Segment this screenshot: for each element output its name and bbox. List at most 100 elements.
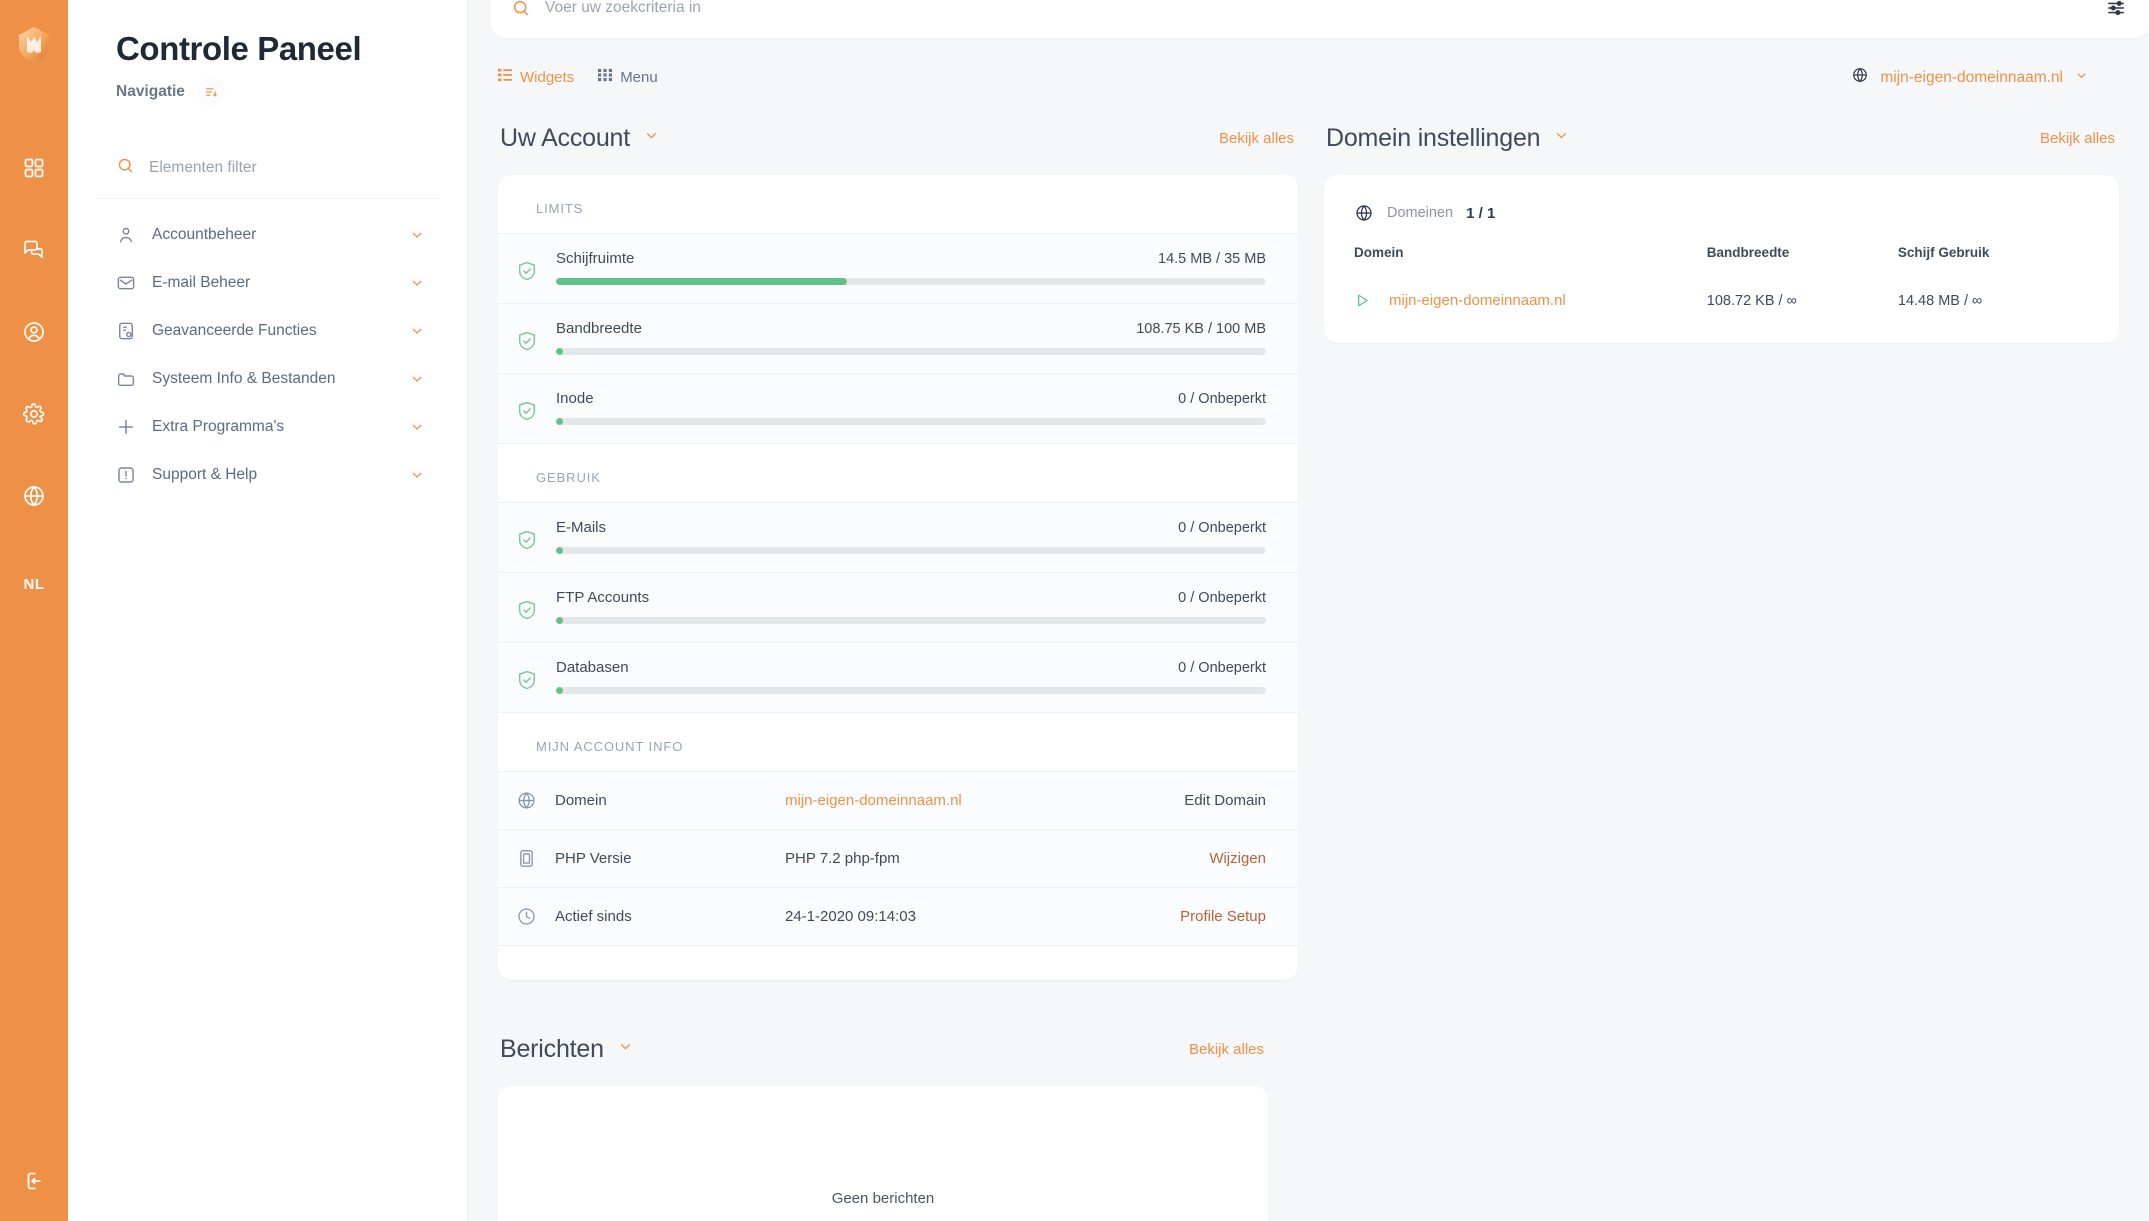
progress-bar <box>556 348 1266 355</box>
shield-check-icon <box>516 599 538 621</box>
top-bar <box>468 0 2149 40</box>
sidebar-item-support-help[interactable]: Support & Help <box>96 451 439 499</box>
filter-input[interactable] <box>149 159 409 177</box>
chevron-down-icon[interactable] <box>409 275 425 291</box>
metric-body: FTP Accounts 0 / Onbeperkt <box>556 589 1266 624</box>
domain-section-header: Domein instellingen Bekijk alles <box>1324 117 2119 159</box>
rail-icon-list: NL <box>22 156 46 593</box>
column-header-schijf-gebruik: Schijf Gebruik <box>1897 245 1990 260</box>
metric-value: 0 / Onbeperkt <box>1178 660 1266 676</box>
tab-menu[interactable]: Menu <box>598 68 658 87</box>
tab-widgets[interactable]: Widgets <box>498 68 574 87</box>
metric-top: E-Mails 0 / Onbeperkt <box>556 519 1266 536</box>
metric-name: E-Mails <box>556 519 607 536</box>
search-input[interactable] <box>545 0 2105 17</box>
metric-name: FTP Accounts <box>556 589 650 606</box>
info-value: PHP 7.2 php-fpm <box>785 850 900 867</box>
metric-top: Schijfruimte 14.5 MB / 35 MB <box>556 250 1266 267</box>
widgets-grid: Uw Account Bekijk alles LIMITS Schijfrui… <box>468 89 2149 980</box>
logout-button[interactable] <box>0 1169 68 1193</box>
chevron-down-icon[interactable] <box>617 1038 634 1060</box>
metric-value: 0 / Onbeperkt <box>1178 520 1266 536</box>
messages-title-wrap[interactable]: Berichten <box>500 1035 634 1064</box>
chevron-down-icon[interactable] <box>409 323 425 339</box>
progress-bar <box>556 418 1266 425</box>
metric-body: Inode 0 / Onbeperkt <box>556 390 1266 425</box>
limits-group-heading: LIMITS <box>498 175 1298 234</box>
column-header-domein: Domein <box>1354 245 1404 260</box>
info-value[interactable]: mijn-eigen-domeinnaam.nl <box>785 792 1184 809</box>
info-action-link[interactable]: Edit Domain <box>1184 792 1266 809</box>
language-indicator[interactable]: NL <box>24 576 45 593</box>
domain-selector[interactable]: mijn-eigen-domeinnaam.nl <box>1851 66 2119 89</box>
metric-row: Schijfruimte 14.5 MB / 35 MB <box>498 234 1298 304</box>
domain-title-wrap[interactable]: Domein instellingen <box>1326 124 1570 153</box>
account-view-all-link[interactable]: Bekijk alles <box>1219 130 1294 147</box>
sidebar-item-label: Extra Programma's <box>152 418 285 435</box>
plus-icon <box>116 417 136 437</box>
chevron-down-icon[interactable] <box>409 419 425 435</box>
folder-icon <box>116 369 136 389</box>
metric-top: Databasen 0 / Onbeperkt <box>556 659 1266 676</box>
user-icon <box>116 225 136 245</box>
account-section-title: Uw Account <box>500 123 631 152</box>
logout-icon[interactable] <box>22 1169 46 1193</box>
card-footer-spacer <box>498 946 1298 980</box>
info-row-domein: Domein mijn-eigen-domeinnaam.nl Edit Dom… <box>498 772 1298 830</box>
dashboard-icon[interactable] <box>22 156 46 180</box>
info-label: PHP Versie <box>555 850 632 867</box>
account-icon[interactable] <box>22 320 46 344</box>
sidebar-item-systeem-info-bestanden[interactable]: Systeem Info & Bestanden <box>96 355 439 403</box>
globe-icon <box>1851 66 1869 89</box>
info-action-link[interactable]: Wijzigen <box>1209 850 1266 867</box>
sidebar-item-geavanceerde-functies[interactable]: Geavanceerde Functies <box>96 307 439 355</box>
metric-name: Databasen <box>556 659 629 676</box>
tab-label: Menu <box>620 69 658 86</box>
account-card: LIMITS Schijfruimte 14.5 MB / 35 MB Band… <box>498 175 1298 980</box>
account-title-wrap[interactable]: Uw Account <box>500 124 660 153</box>
shield-check-icon <box>516 260 538 282</box>
sidebar-item-accountbeheer[interactable]: Accountbeheer <box>96 211 439 259</box>
domain-table-body: mijn-eigen-domeinnaam.nl 108.72 KB / ∞ 1… <box>1354 286 2089 309</box>
messages-view-all-link[interactable]: Bekijk alles <box>1189 1041 1264 1058</box>
progress-fill <box>556 348 564 355</box>
chevron-down-icon[interactable] <box>409 467 425 483</box>
account-section-header: Uw Account Bekijk alles <box>498 117 1298 159</box>
sidebar-item-label: E-mail Beheer <box>152 274 251 291</box>
view-toolbar: Widgets Menu mijn-eigen-domeinnaam.nl <box>468 40 2149 89</box>
brand-logo[interactable] <box>14 24 54 64</box>
chevron-down-icon[interactable] <box>2074 68 2089 88</box>
chevron-down-icon[interactable] <box>643 127 660 149</box>
table-row[interactable]: mijn-eigen-domeinnaam.nl 108.72 KB / ∞ 1… <box>1354 286 2089 309</box>
settings-icon[interactable] <box>22 402 46 426</box>
search-icon <box>116 156 135 180</box>
domain-count-value: 1 / 1 <box>1466 204 1496 222</box>
info-row-actief-sinds: Actief sinds 24-1-2020 09:14:03 Profile … <box>498 888 1298 946</box>
navigation-sidebar: Controle Paneel Navigatie Elementen filt… <box>68 0 468 1221</box>
list-icon <box>498 68 512 87</box>
sort-descending-icon[interactable] <box>196 78 225 106</box>
sidebar-filter[interactable] <box>96 156 439 199</box>
domain-view-all-link[interactable]: Bekijk alles <box>2040 130 2115 147</box>
icon-rail: NL <box>0 0 68 1221</box>
shield-check-icon <box>516 529 538 551</box>
globe-icon[interactable] <box>22 484 46 508</box>
sidebar-item-email-beheer[interactable]: E-mail Beheer <box>96 259 439 307</box>
cell-domain: mijn-eigen-domeinnaam.nl <box>1354 286 1707 309</box>
chevron-down-icon[interactable] <box>409 227 425 243</box>
global-search-bar[interactable] <box>491 0 2149 38</box>
messages-section-header: Berichten Bekijk alles <box>498 1028 1268 1070</box>
domain-row-link[interactable]: mijn-eigen-domeinnaam.nl <box>1389 292 1566 309</box>
sliders-icon[interactable] <box>2105 0 2127 19</box>
sidebar-item-extra-programmas[interactable]: Extra Programma's <box>96 403 439 451</box>
info-action-link[interactable]: Profile Setup <box>1180 908 1266 925</box>
chat-icon[interactable] <box>22 238 46 262</box>
chevron-down-icon[interactable] <box>1553 127 1570 149</box>
sidebar-item-label: Geavanceerde Functies <box>152 322 317 339</box>
messages-card: Geen berichten <box>498 1086 1268 1221</box>
domain-count-label: Domeinen <box>1387 205 1454 221</box>
file-gear-icon <box>116 321 136 341</box>
globe-icon <box>1354 203 1374 223</box>
chevron-down-icon[interactable] <box>409 371 425 387</box>
metric-top: FTP Accounts 0 / Onbeperkt <box>556 589 1266 606</box>
